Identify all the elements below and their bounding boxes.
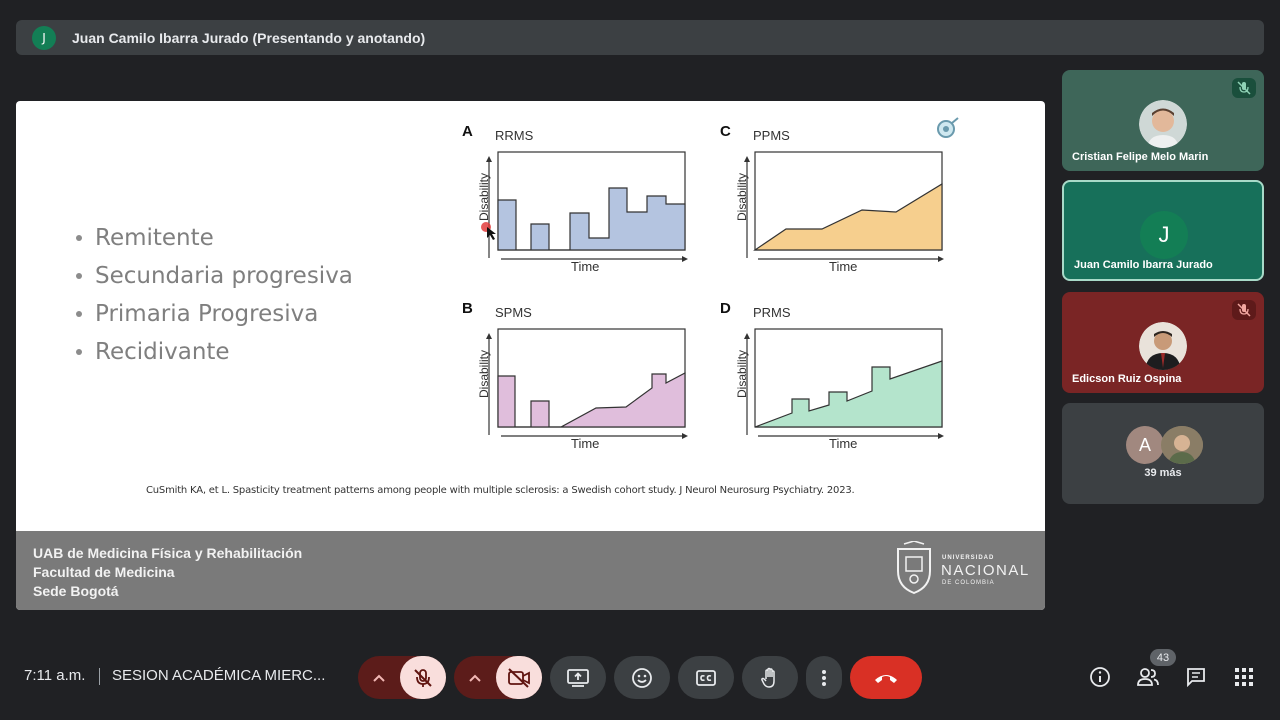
captions-button[interactable] (678, 656, 734, 699)
participant-avatar: J (1140, 211, 1188, 259)
logo-text-main: NACIONAL (941, 562, 1030, 579)
participant-tile[interactable]: Edicson Ruiz Ospina (1062, 292, 1264, 393)
shared-slide: Remitente Secundaria progresiva Primaria… (16, 101, 1045, 610)
mic-off-icon (1232, 300, 1256, 320)
slide-footer: UAB de Medicina Física y Rehabilitación … (16, 531, 1045, 610)
participant-photo (1161, 426, 1203, 464)
leave-call-button[interactable] (850, 656, 922, 699)
x-axis-label: Time (571, 436, 600, 451)
chevron-up-icon (373, 674, 385, 682)
bullet-text: Primaria Progresiva (95, 301, 319, 327)
panel-ppms: C PPMS Disability Time (714, 118, 959, 278)
university-logo: UNIVERSIDAD NACIONAL DE COLOMBIA (892, 541, 1028, 597)
bullet-dot (76, 349, 82, 355)
bullet-item: Primaria Progresiva (76, 295, 353, 333)
activities-button[interactable] (1232, 665, 1256, 689)
reactions-button[interactable] (614, 656, 670, 699)
bullet-dot (76, 273, 82, 279)
chevron-up-icon (469, 674, 481, 682)
y-axis-label: Disability (477, 350, 491, 399)
logo-text-bottom: DE COLOMBIA (942, 580, 995, 586)
footer-faculty: Facultad de Medicina (33, 564, 175, 580)
participant-photo (1139, 100, 1187, 148)
participant-photo (1139, 322, 1187, 370)
participant-tile-active[interactable]: J Juan Camilo Ibarra Jurado (1062, 180, 1264, 281)
bullet-item: Remitente (76, 219, 353, 257)
presenter-label: Juan Camilo Ibarra Jurado (Presentando y… (72, 29, 426, 46)
chat-button[interactable] (1184, 665, 1208, 689)
y-axis-label: Disability (735, 173, 749, 222)
more-options-button[interactable] (806, 656, 842, 699)
chat-icon (1187, 668, 1205, 688)
more-participants-label: 39 más (1144, 467, 1182, 479)
participant-name: Cristian Felipe Melo Marin (1072, 151, 1209, 163)
bullet-text: Secundaria progresiva (95, 263, 353, 289)
bullet-item: Secundaria progresiva (76, 257, 353, 295)
bullet-text: Recidivante (95, 339, 230, 365)
x-axis-label: Time (571, 259, 600, 274)
y-axis-label: Disability (735, 350, 749, 399)
bullet-list: Remitente Secundaria progresiva Primaria… (76, 219, 353, 371)
camera-control-group (454, 656, 542, 699)
mic-toggle-button[interactable] (400, 656, 446, 699)
camera-toggle-button[interactable] (496, 656, 542, 699)
bullet-dot (76, 311, 82, 317)
footer-campus: Sede Bogotá (33, 583, 119, 599)
panel-plot (744, 151, 944, 262)
meeting-time: 7:11 a.m. (24, 667, 86, 684)
panel-rrms: A RRMS Disability Time (456, 118, 701, 278)
panel-plot (481, 151, 688, 262)
panel-spms: B SPMS Disability Time (456, 295, 701, 455)
people-button[interactable] (1136, 665, 1160, 689)
presenter-bar: J Juan Camilo Ibarra Jurado (Presentando… (16, 20, 1264, 55)
meet-window: J Juan Camilo Ibarra Jurado (Presentando… (0, 0, 1280, 720)
footer-unit: UAB de Medicina Física y Rehabilitación (33, 545, 303, 561)
bullet-text: Remitente (95, 225, 214, 251)
university-seal-icon (897, 541, 931, 595)
activities-icon (1235, 668, 1253, 686)
participant-count-badge: 43 (1150, 649, 1176, 666)
participant-name: Juan Camilo Ibarra Jurado (1074, 259, 1213, 271)
presenter-avatar: J (32, 25, 56, 50)
meeting-name: SESION ACADÉMICA MIERC... (112, 667, 326, 684)
participant-tile[interactable]: Cristian Felipe Melo Marin (1062, 70, 1264, 171)
more-participants-tile[interactable]: A 39 más (1062, 403, 1264, 504)
bullet-item: Recidivante (76, 333, 353, 371)
video-options-button[interactable] (454, 656, 496, 699)
x-axis-label: Time (829, 436, 858, 451)
bullet-dot (76, 235, 82, 241)
people-icon (1137, 668, 1159, 686)
meeting-info-button[interactable] (1088, 665, 1112, 689)
hang-up-icon (875, 674, 897, 683)
y-axis-label: Disability (477, 173, 491, 222)
participant-name: Edicson Ruiz Ospina (1072, 373, 1182, 385)
mic-off-icon (1232, 78, 1256, 98)
panel-prms: D PRMS Disability Time (714, 295, 959, 455)
citation: CuSmith KA, et L. Spasticity treatment p… (146, 485, 855, 496)
divider (99, 668, 100, 685)
present-button[interactable] (550, 656, 606, 699)
mic-control-group (358, 656, 446, 699)
ms-course-figure: A RRMS Disability Time C PPMS Disability… (456, 118, 976, 451)
present-icon (567, 668, 589, 687)
panel-plot (744, 328, 944, 439)
panel-plot (486, 328, 688, 439)
participant-avatar: A (1126, 426, 1164, 464)
logo-text-top: UNIVERSIDAD (942, 555, 995, 561)
audio-options-button[interactable] (358, 656, 400, 699)
emoji-icon (632, 667, 652, 688)
x-axis-label: Time (829, 259, 858, 274)
more-options-icon (822, 669, 826, 686)
mic-off-icon (414, 668, 432, 687)
captions-icon (696, 669, 716, 686)
raise-hand-button[interactable] (742, 656, 798, 699)
camera-off-icon (508, 667, 530, 688)
raise-hand-icon (761, 667, 775, 688)
info-icon (1090, 667, 1110, 687)
